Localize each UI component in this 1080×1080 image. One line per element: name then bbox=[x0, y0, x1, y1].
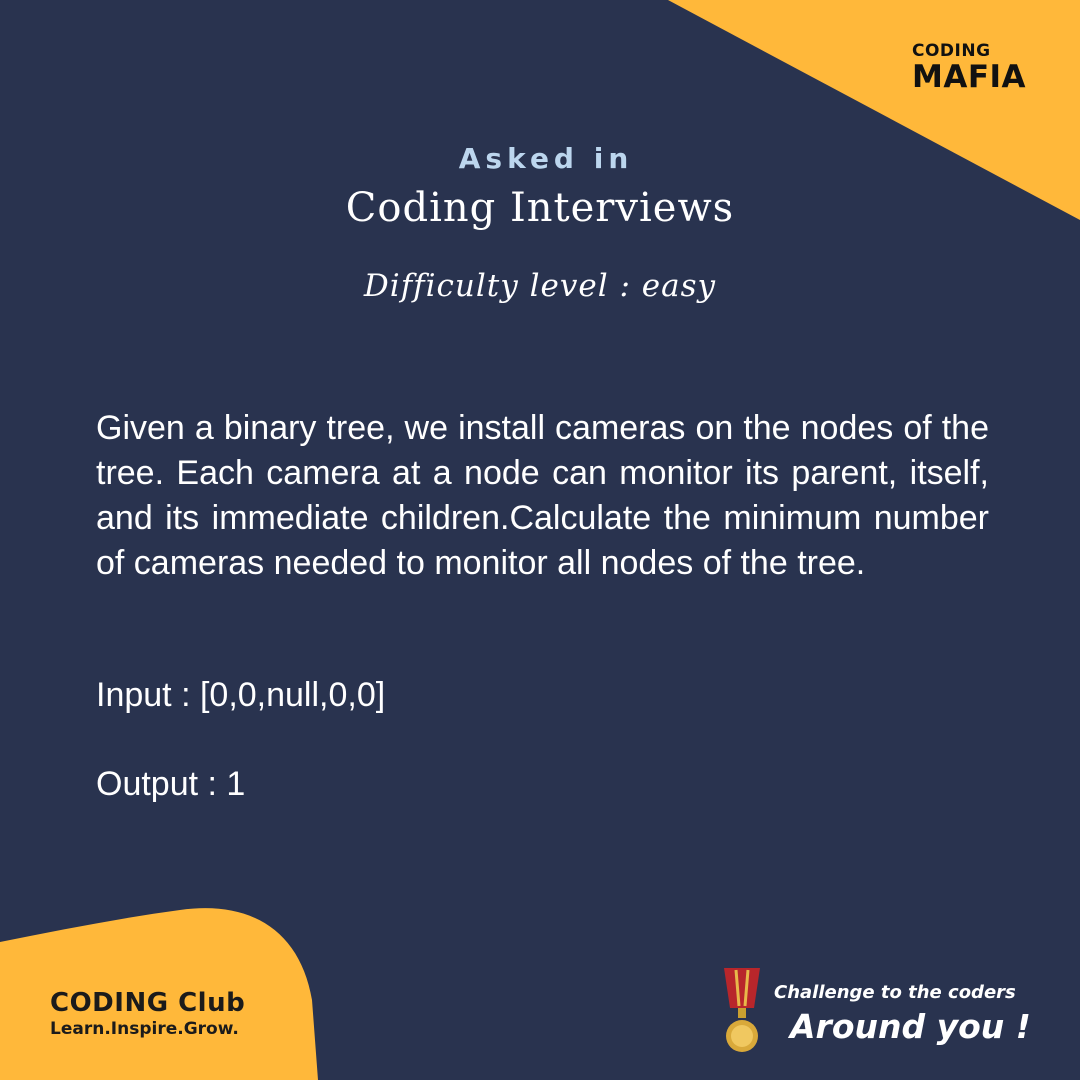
challenge-line-1: Challenge to the coders bbox=[774, 982, 1016, 1003]
coding-club-logo: CODING Club Learn.Inspire.Grow. bbox=[50, 988, 245, 1040]
challenge-text: Challenge to the coders Around you ! bbox=[774, 982, 1034, 1050]
club-name: CODING Club bbox=[50, 988, 246, 1018]
coding-mafia-logo: CODING MAFIA bbox=[912, 42, 1042, 94]
difficulty-label: Difficulty level : easy bbox=[363, 268, 717, 304]
logo-line-1: CODING bbox=[912, 41, 991, 61]
example-input: Input : [0,0,null,0,0] bbox=[96, 676, 386, 714]
challenge-line-2: Around you ! bbox=[790, 1007, 1031, 1046]
medal-icon bbox=[724, 968, 760, 1052]
problem-statement: Given a binary tree, we install cameras … bbox=[96, 409, 989, 582]
asked-in-label: Asked in bbox=[458, 142, 634, 175]
logo-line-2: MAFIA bbox=[912, 59, 1027, 95]
club-tagline: Learn.Inspire.Grow. bbox=[50, 1019, 239, 1039]
page-title: Coding Interviews bbox=[345, 185, 735, 231]
example-output: Output : 1 bbox=[96, 765, 246, 803]
